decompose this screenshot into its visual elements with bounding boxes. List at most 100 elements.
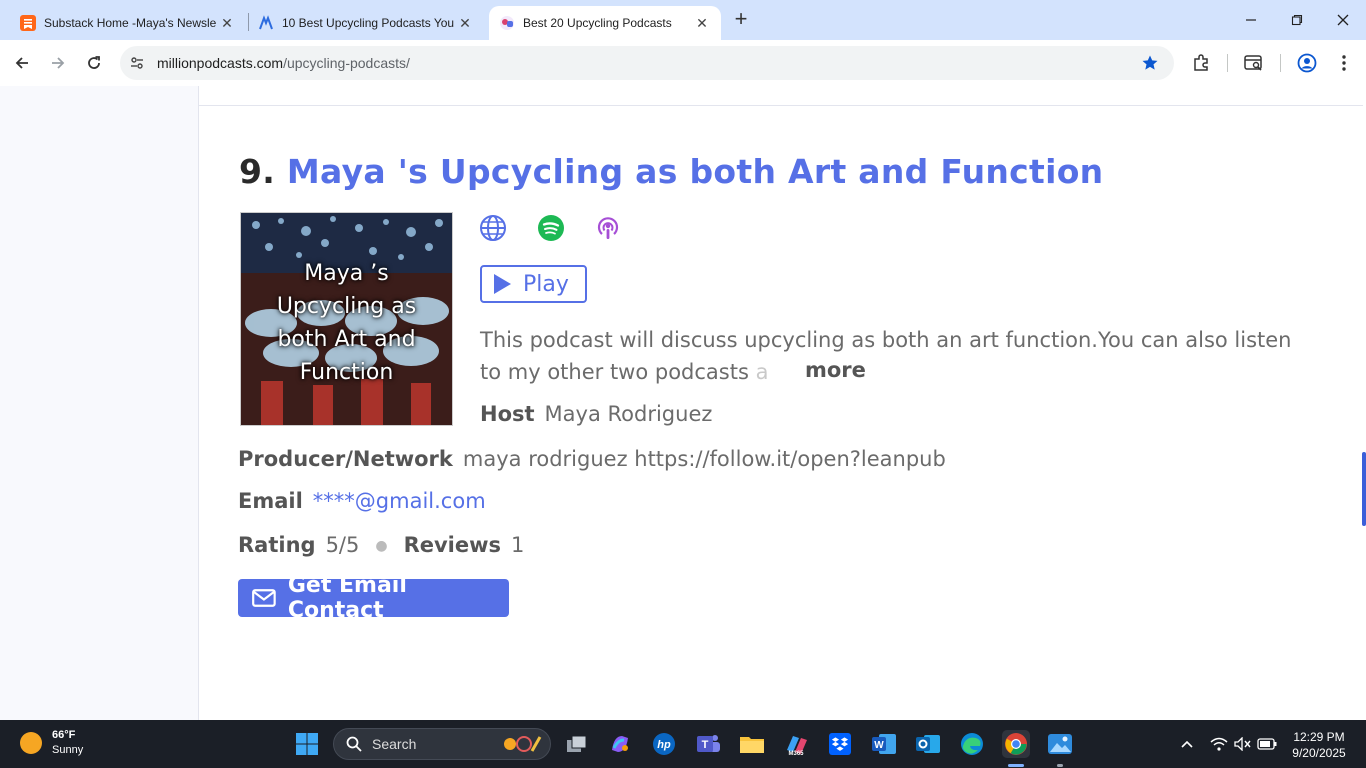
show-hidden-icons-chevron[interactable] [1178, 734, 1196, 754]
browser-toolbar: millionpodcasts.com/upcycling-podcasts/ [0, 40, 1366, 86]
address-bar[interactable]: millionpodcasts.com/upcycling-podcasts/ [120, 46, 1174, 80]
page-content: 9. Maya 's Upcycling as both Art and Fun… [0, 86, 1366, 720]
edge-icon[interactable] [958, 730, 986, 758]
restore-button[interactable] [1274, 0, 1320, 40]
search-highlight-icon [504, 736, 542, 752]
tab-title: 10 Best Upcycling Podcasts You [282, 16, 455, 30]
play-button[interactable]: Play [480, 265, 587, 303]
search-placeholder: Search [372, 736, 417, 752]
weather-text: 66°F Sunny [52, 728, 83, 758]
more-link[interactable]: more [805, 358, 866, 382]
microsoft-365-icon[interactable]: M365 [782, 730, 810, 758]
clock-time: 12:29 PM [1293, 730, 1345, 744]
extensions-icon[interactable] [1190, 52, 1212, 74]
sun-icon [20, 732, 42, 754]
producer-value: maya rodriguez https://follow.it/open?le… [462, 447, 946, 471]
profile-icon[interactable] [1296, 52, 1318, 74]
teams-icon[interactable]: T [694, 730, 722, 758]
url-domain: millionpodcasts.com [157, 55, 284, 71]
taskbar-search-box[interactable]: Search [333, 728, 551, 760]
producer-row: Producer/Network maya rodriguez https://f… [238, 447, 946, 471]
tab-upcycling-podcasts-list[interactable]: 10 Best Upcycling Podcasts You ✕ [248, 6, 484, 40]
photos-running-indicator [1057, 764, 1063, 767]
site-settings-icon[interactable] [128, 54, 146, 72]
clock-date: 9/20/2025 [1292, 746, 1346, 760]
toolbar-divider [1280, 54, 1281, 72]
reviews-value: 1 [511, 533, 525, 557]
svg-text:M365: M365 [788, 751, 804, 756]
wifi-icon[interactable] [1208, 734, 1230, 754]
tab-strip: Substack Home -Maya's Newsle ✕ 10 Best U… [0, 0, 1366, 40]
podcast-cover-image[interactable]: Maya ’s Upcycling as both Art and Functi… [240, 212, 453, 426]
svg-text:T: T [702, 739, 709, 751]
svg-text:hp: hp [657, 739, 671, 751]
tab-title: Best 20 Upcycling Podcasts [523, 16, 672, 30]
website-globe-icon[interactable] [479, 214, 507, 242]
rating-row: Rating 5/5 ● Reviews 1 [238, 533, 524, 557]
system-clock[interactable]: 12:29 PM 9/20/2025 [1286, 729, 1352, 761]
menu-kebab-icon[interactable] [1333, 52, 1355, 74]
url-text: millionpodcasts.com/upcycling-podcasts/ [157, 55, 410, 71]
spotify-icon[interactable] [537, 214, 565, 242]
weather-widget[interactable]: 66°F Sunny [20, 728, 83, 758]
podcast-heading: 9. Maya 's Upcycling as both Art and Fun… [239, 152, 1103, 191]
back-button[interactable] [8, 49, 36, 77]
rating-label: Rating [238, 533, 316, 557]
producer-label: Producer/Network [238, 447, 453, 471]
email-value-link[interactable]: ****@gmail.com [313, 489, 486, 513]
host-value: Maya Rodriguez [544, 402, 713, 426]
bookmark-star-icon[interactable] [1141, 54, 1159, 72]
forward-button[interactable] [44, 49, 72, 77]
section-divider [199, 105, 1363, 106]
word-icon[interactable]: W [870, 730, 898, 758]
envelope-icon [252, 589, 276, 607]
email-row: Email ****@gmail.com [238, 489, 486, 513]
weather-desc: Sunny [52, 744, 84, 756]
play-icon [494, 274, 511, 294]
windows-taskbar: 66°F Sunny Search hp T M365 W 12:29 PM 9… [0, 720, 1366, 768]
cover-title-text: Maya ’s Upcycling as both Art and Functi… [276, 261, 417, 385]
photos-icon[interactable] [1046, 730, 1074, 758]
left-gutter [0, 86, 199, 720]
close-tab-icon[interactable]: ✕ [218, 15, 236, 32]
description-line: to my other two podcasts [480, 360, 756, 384]
get-email-contact-button[interactable]: Get Email Contact [238, 573, 509, 623]
tab-best-20-upcycling[interactable]: Best 20 Upcycling Podcasts ✕ [489, 6, 721, 40]
toolbar-divider [1227, 54, 1228, 72]
tab-substack[interactable]: Substack Home -Maya's Newsle ✕ [10, 6, 246, 40]
podcast-site-icon [258, 15, 274, 31]
minimize-button[interactable] [1228, 0, 1274, 40]
tab-search-icon[interactable] [1243, 52, 1265, 74]
svg-text:W: W [874, 740, 884, 751]
dropbox-icon[interactable] [826, 730, 854, 758]
weather-temp: 66°F [52, 729, 76, 741]
file-explorer-icon[interactable] [738, 730, 766, 758]
page-scrollbar[interactable] [1362, 452, 1366, 526]
close-tab-icon[interactable]: ✕ [693, 15, 711, 32]
rating-value: 5/5 [325, 533, 360, 557]
task-view-icon[interactable] [563, 730, 591, 758]
reviews-label: Reviews [403, 533, 502, 557]
podcast-title-link[interactable]: Maya 's Upcycling as both Art and Functi… [287, 152, 1104, 191]
play-label: Play [523, 271, 569, 297]
battery-icon[interactable] [1256, 734, 1278, 754]
substack-icon [20, 15, 36, 31]
hp-icon[interactable]: hp [650, 730, 678, 758]
windows-start-icon[interactable] [293, 730, 321, 758]
close-window-button[interactable] [1320, 0, 1366, 40]
tab-title: Substack Home -Maya's Newsle [44, 16, 217, 30]
chrome-running-indicator [1008, 764, 1024, 767]
copilot-icon[interactable] [606, 730, 634, 758]
close-tab-icon[interactable]: ✕ [456, 15, 474, 32]
description-line: This podcast will discuss upcycling as b… [480, 328, 1292, 352]
outlook-icon[interactable] [914, 730, 942, 758]
separator-dot: ● [375, 538, 388, 554]
description-fade-text: a [755, 360, 769, 384]
search-icon [346, 736, 362, 752]
volume-muted-icon[interactable] [1232, 734, 1254, 754]
chrome-icon[interactable] [1002, 730, 1030, 758]
new-tab-button[interactable]: + [729, 8, 753, 32]
podcast-description: This podcast will discuss upcycling as b… [480, 324, 1360, 388]
reload-button[interactable] [80, 49, 108, 77]
apple-podcasts-icon[interactable] [594, 214, 622, 242]
